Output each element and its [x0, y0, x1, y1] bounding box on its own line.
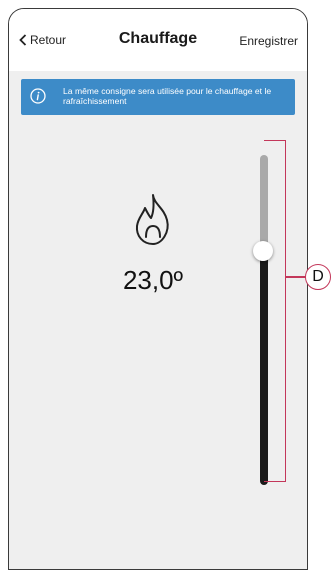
info-icon: [30, 88, 46, 104]
flame-icon: [135, 194, 169, 245]
chevron-left-icon: [19, 34, 27, 46]
back-label: Retour: [30, 33, 67, 47]
annotation-line: [286, 276, 306, 278]
back-button[interactable]: Retour: [19, 33, 66, 47]
phone-screen: Retour Chauffage Enregistrer La même con…: [8, 8, 308, 570]
save-button[interactable]: Enregistrer: [239, 34, 298, 48]
annotation-callout: D: [305, 264, 331, 290]
info-banner: La même consigne sera utilisée pour le c…: [21, 79, 295, 115]
annotation-bracket: [264, 140, 286, 482]
top-bar: Retour Chauffage Enregistrer: [9, 9, 307, 71]
temperature-value: 23,0º: [122, 265, 184, 295]
banner-message: La même consigne sera utilisée pour le c…: [63, 86, 272, 106]
